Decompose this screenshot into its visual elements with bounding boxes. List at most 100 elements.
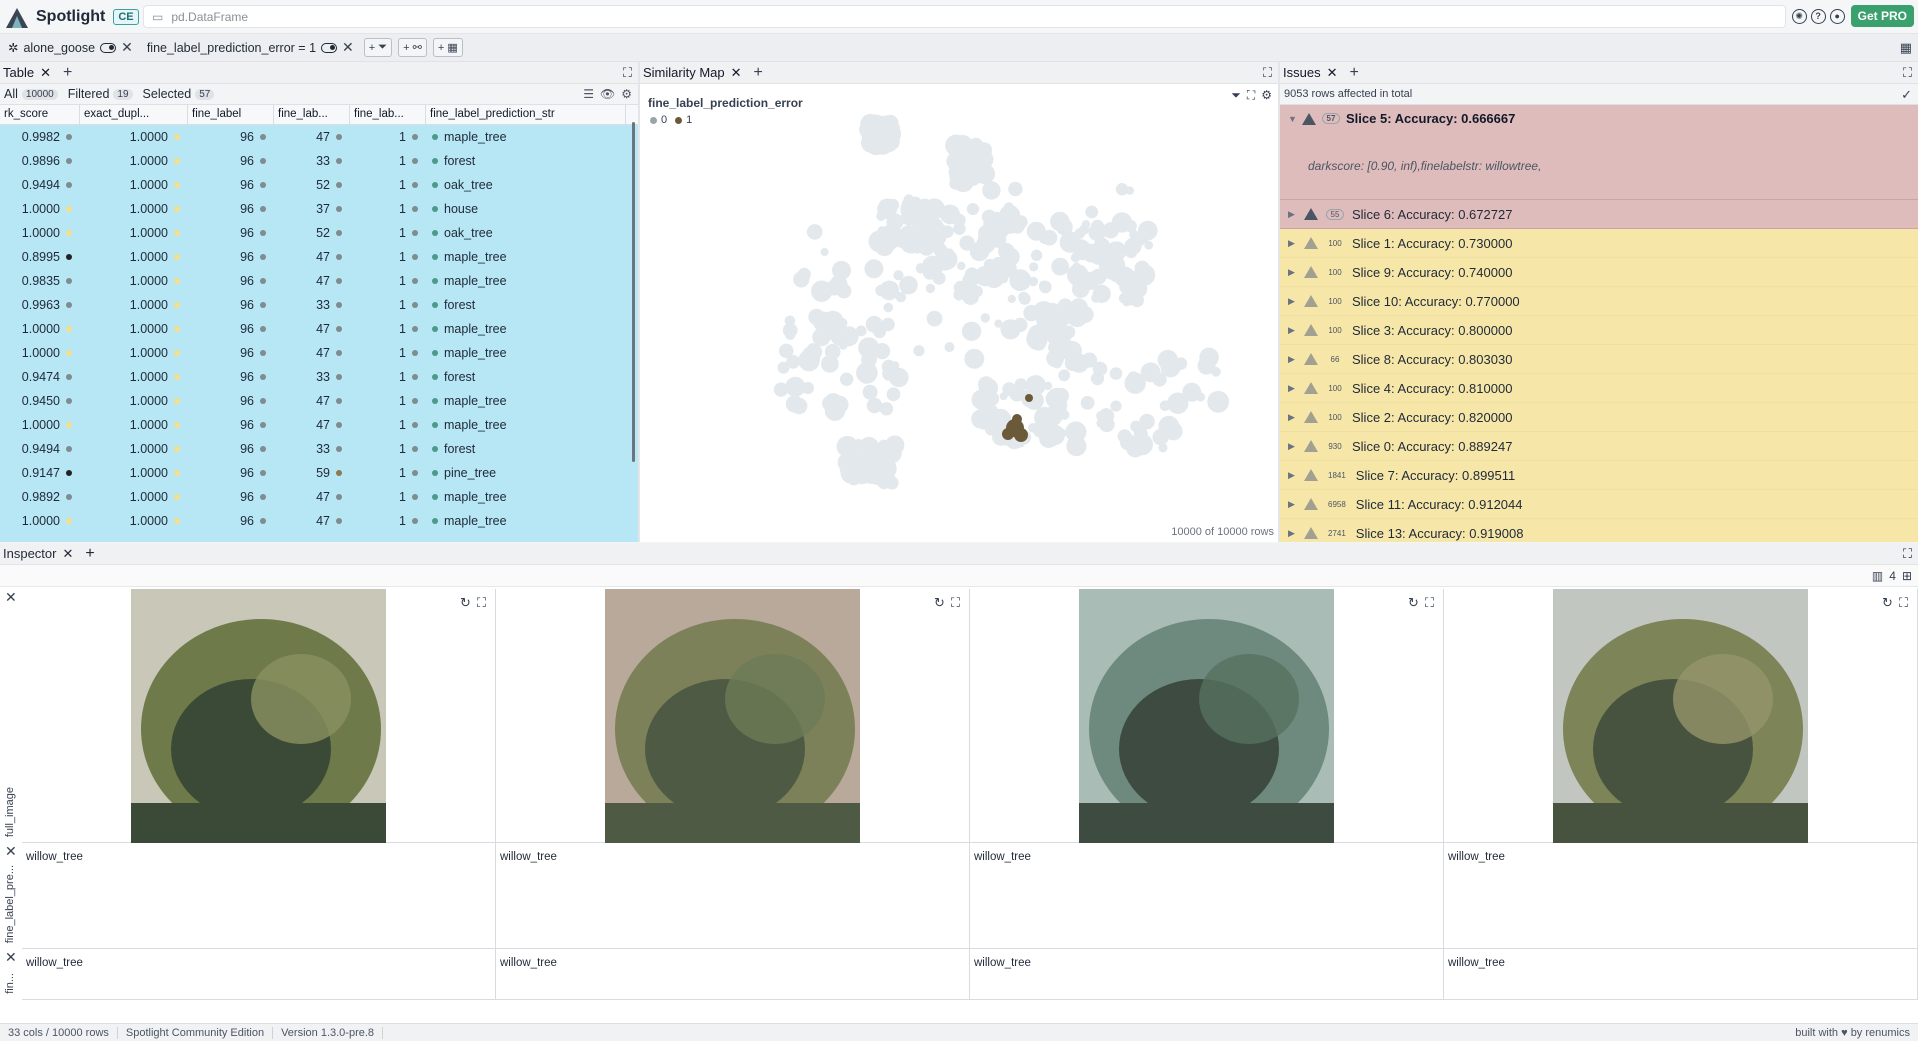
table-row[interactable]: 1.0000 1.0000 96 52 1 oak_tree	[0, 221, 638, 245]
map-point[interactable]	[879, 402, 894, 416]
table-row[interactable]: 0.9963 1.0000 96 33 1 forest	[0, 293, 638, 317]
map-point-selected[interactable]	[1014, 428, 1028, 442]
map-point[interactable]	[1023, 304, 1040, 322]
map-point[interactable]	[1077, 306, 1094, 323]
issue-item[interactable]: ▶ 66 Slice 8: Accuracy: 0.803030	[1280, 345, 1918, 374]
table-scrollbar[interactable]	[632, 122, 635, 462]
table-row[interactable]: 0.8995 1.0000 96 47 1 maple_tree	[0, 245, 638, 269]
maximize-icon[interactable]: ⛶	[623, 65, 632, 81]
filter-chip[interactable]: fine_label_prediction_error = 1 ✕	[143, 39, 358, 56]
map-point[interactable]	[1110, 242, 1121, 253]
map-point[interactable]	[978, 402, 999, 424]
chevron-right-icon[interactable]: ▶	[1288, 499, 1296, 510]
check-icon[interactable]: ✓	[1901, 87, 1912, 103]
fullscreen-icon[interactable]: ⛶	[951, 595, 960, 611]
chevron-right-icon[interactable]: ▶	[1288, 441, 1296, 452]
map-point[interactable]	[1058, 369, 1071, 382]
map-point[interactable]	[1071, 276, 1084, 289]
add-tab-icon[interactable]: +	[1349, 64, 1358, 82]
issue-item[interactable]: ▶ 100 Slice 4: Accuracy: 0.810000	[1280, 374, 1918, 403]
map-point[interactable]	[822, 395, 839, 412]
rotate-icon[interactable]: ↻	[1882, 595, 1893, 611]
map-point[interactable]	[1096, 418, 1107, 428]
issue-item[interactable]: ▶ 100 Slice 9: Accuracy: 0.740000	[1280, 258, 1918, 287]
map-point[interactable]	[871, 133, 894, 155]
map-point[interactable]	[830, 328, 848, 346]
maximize-icon[interactable]: ⛶	[1903, 65, 1912, 81]
map-point[interactable]	[856, 362, 878, 384]
map-point[interactable]	[953, 135, 973, 155]
map-point[interactable]	[1000, 319, 1021, 340]
chevron-right-icon[interactable]: ▶	[1288, 412, 1296, 423]
map-point[interactable]	[1043, 381, 1053, 391]
thumbnail-image[interactable]	[1079, 589, 1334, 843]
chevron-right-icon[interactable]: ▶	[1288, 267, 1296, 278]
map-point[interactable]	[874, 453, 895, 474]
thumbnail-image[interactable]	[605, 589, 860, 843]
map-point[interactable]	[1207, 390, 1230, 413]
map-point[interactable]	[1045, 389, 1065, 409]
map-point[interactable]	[1092, 284, 1111, 303]
close-icon[interactable]: ✕	[5, 949, 17, 966]
map-point[interactable]	[841, 452, 852, 463]
map-point[interactable]	[983, 391, 1000, 407]
columns-icon[interactable]: ▥	[1872, 569, 1883, 583]
map-point[interactable]	[926, 310, 943, 327]
fullscreen-icon[interactable]: ⛶	[1899, 595, 1908, 611]
get-pro-button[interactable]: Get PRO	[1850, 5, 1914, 27]
add-similarity-filter-button[interactable]: + ⚯	[398, 38, 427, 57]
close-icon[interactable]: ✕	[342, 39, 354, 56]
map-point[interactable]	[887, 199, 900, 211]
map-point[interactable]	[1125, 246, 1138, 259]
map-point[interactable]	[1138, 232, 1149, 243]
close-icon[interactable]: ✕	[731, 65, 742, 81]
table-row[interactable]: 0.9494 1.0000 96 33 1 forest	[0, 437, 638, 461]
map-point[interactable]	[998, 242, 1015, 260]
gear-icon[interactable]: ⚙	[621, 87, 632, 101]
column-header[interactable]: exact_dupl...	[80, 105, 188, 124]
issue-item[interactable]: ▶ 55 Slice 6: Accuracy: 0.672727	[1280, 200, 1918, 229]
map-point[interactable]	[966, 203, 979, 216]
rotate-icon[interactable]: ↻	[1408, 595, 1419, 611]
dataset-path[interactable]: ▭ pd.DataFrame	[143, 5, 1786, 28]
map-point[interactable]	[1050, 211, 1070, 232]
table-row[interactable]: 0.9835 1.0000 96 47 1 maple_tree	[0, 269, 638, 293]
map-point[interactable]	[913, 345, 925, 357]
map-point[interactable]	[1157, 349, 1178, 371]
add-view-icon[interactable]: ⊞	[1902, 569, 1912, 583]
chevron-right-icon[interactable]: ▶	[1288, 383, 1296, 394]
thumbnail-image[interactable]	[131, 589, 386, 843]
map-point[interactable]	[1109, 268, 1124, 283]
map-point[interactable]	[875, 284, 887, 297]
map-point[interactable]	[949, 177, 962, 190]
fullscreen-icon[interactable]: ⛶	[477, 595, 486, 611]
column-header[interactable]: rk_score	[0, 105, 80, 124]
map-point[interactable]	[882, 367, 896, 381]
table-row[interactable]: 0.9147 1.0000 96 59 1 pine_tree	[0, 461, 638, 485]
table-row[interactable]: 1.0000 1.0000 96 47 1 maple_tree	[0, 413, 638, 437]
issues-tab[interactable]: Issues ✕ + ⛶	[1280, 62, 1918, 84]
similarity-map-tab[interactable]: Similarity Map ✕ + ⛶	[640, 62, 1278, 84]
map-point[interactable]	[1028, 333, 1046, 351]
tab-filtered[interactable]: Filtered	[68, 87, 110, 101]
dataset-chip[interactable]: ✲ alone_goose ✕	[4, 39, 137, 56]
map-point[interactable]	[957, 261, 966, 271]
add-tag-filter-button[interactable]: + ▦	[432, 38, 463, 57]
fullscreen-icon[interactable]: ⛶	[1425, 595, 1434, 611]
map-point[interactable]	[901, 196, 917, 212]
map-point[interactable]	[864, 259, 884, 279]
issue-item[interactable]: ▶ 930 Slice 0: Accuracy: 0.889247	[1280, 432, 1918, 461]
table-row[interactable]: 1.0000 1.0000 96 47 1 maple_tree	[0, 317, 638, 341]
map-point[interactable]	[1003, 202, 1014, 213]
map-point[interactable]	[1054, 407, 1063, 416]
thumbnail-image[interactable]	[1553, 589, 1808, 843]
chevron-right-icon[interactable]: ▶	[1288, 238, 1296, 249]
map-point[interactable]	[862, 384, 878, 400]
map-point[interactable]	[925, 225, 947, 247]
issue-item[interactable]: ▶ 2741 Slice 13: Accuracy: 0.919008	[1280, 519, 1918, 542]
maximize-icon[interactable]: ⛶	[1903, 546, 1912, 562]
map-point[interactable]	[961, 321, 982, 341]
issue-item[interactable]: ▶ 6958 Slice 11: Accuracy: 0.912044	[1280, 490, 1918, 519]
map-point[interactable]	[832, 260, 851, 280]
issue-item[interactable]: ▶ 100 Slice 10: Accuracy: 0.770000	[1280, 287, 1918, 316]
